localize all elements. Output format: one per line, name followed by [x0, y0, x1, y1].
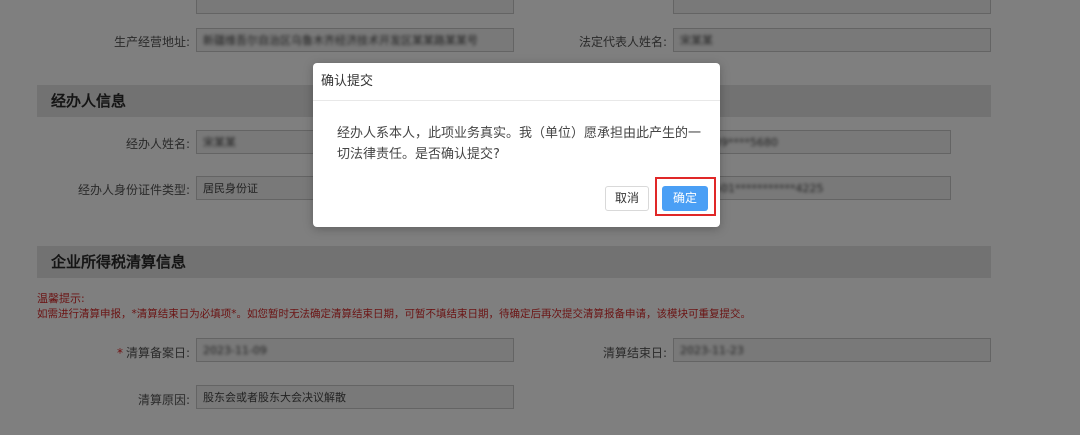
dialog-title: 确认提交: [313, 63, 720, 101]
confirm-dialog: 确认提交 经办人系本人，此项业务真实。我（单位）愿承担由此产生的一切法律责任。是…: [313, 63, 720, 227]
confirm-highlight-box: [655, 177, 716, 216]
dialog-message: 经办人系本人，此项业务真实。我（单位）愿承担由此产生的一切法律责任。是否确认提交…: [337, 126, 702, 162]
cancel-button[interactable]: 取消: [605, 186, 649, 211]
